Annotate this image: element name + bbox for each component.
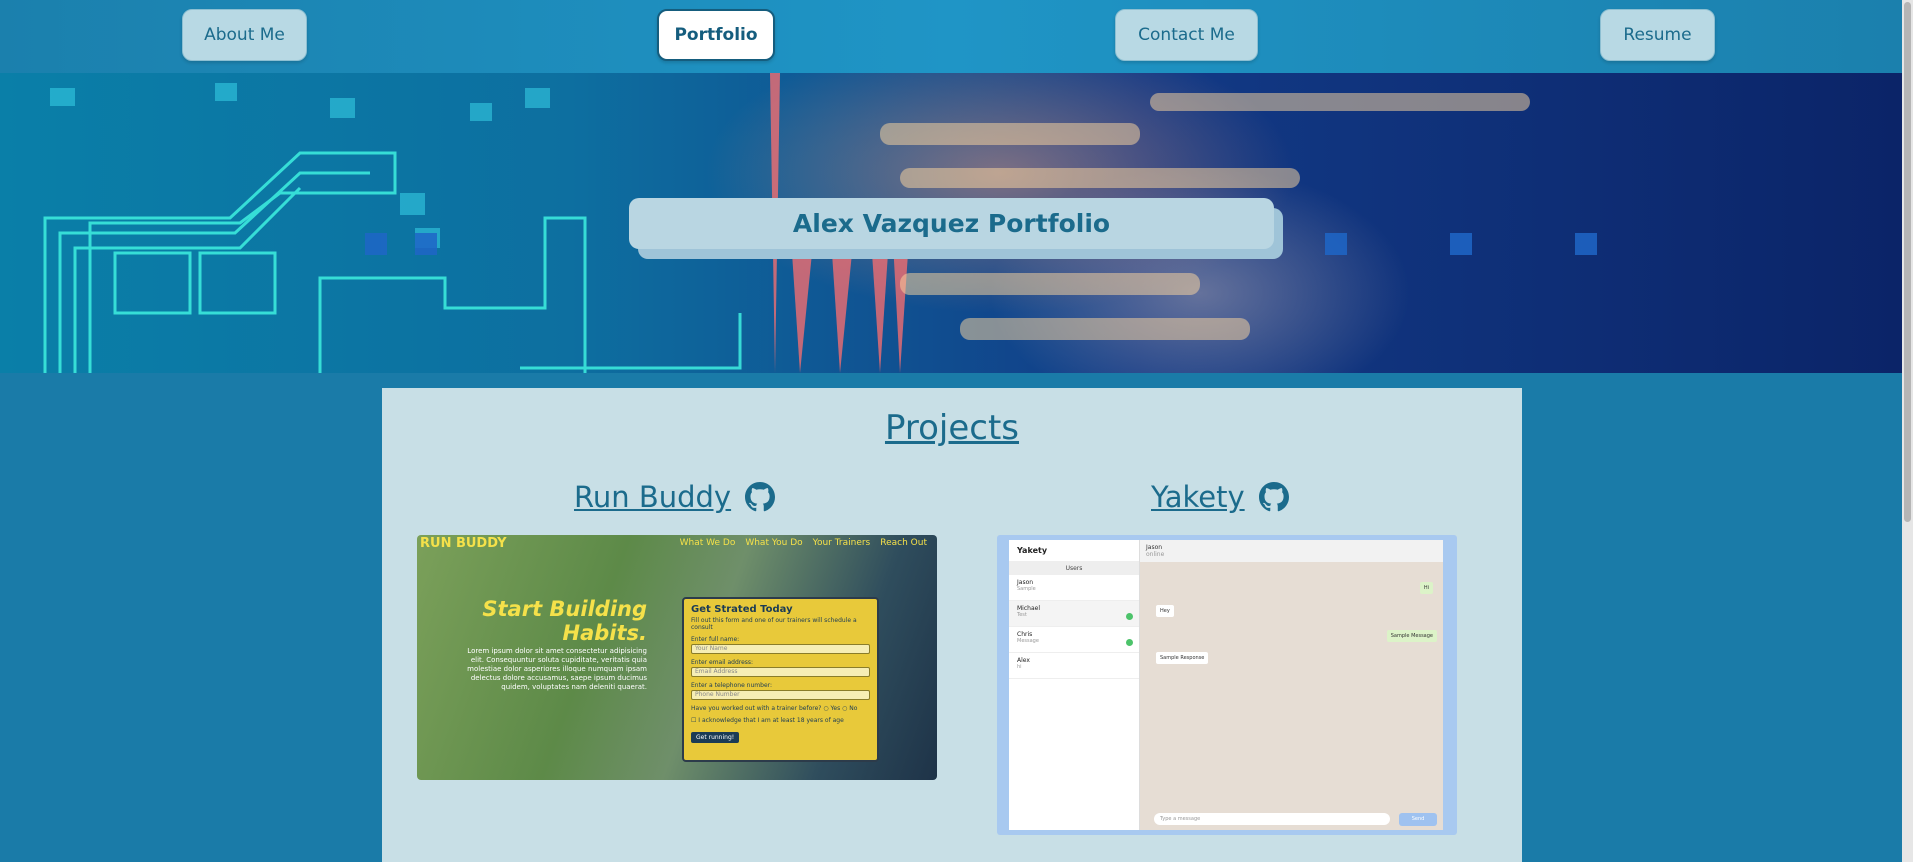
run-buddy-logo: RUN BUDDY bbox=[420, 536, 507, 551]
yakety-user-item: Michael Test bbox=[1009, 601, 1139, 627]
form-acknowledge: ☐ I acknowledge that I am at least 18 ye… bbox=[691, 717, 844, 724]
form-label: Enter full name: bbox=[691, 636, 740, 643]
unread-dot bbox=[1126, 639, 1133, 646]
chat-send-button: Send bbox=[1399, 813, 1437, 826]
chat-status: online bbox=[1146, 551, 1165, 558]
form-input-phone: Phone Number bbox=[691, 690, 870, 700]
yakety-brand: Yakety bbox=[1009, 540, 1139, 562]
form-radio-yes: Yes bbox=[830, 705, 841, 712]
top-nav: About Me Portfolio Contact Me Resume bbox=[0, 0, 1902, 73]
run-buddy-headline: Start Building Habits. bbox=[482, 597, 647, 645]
form-question: Have you worked out with a trainer befor… bbox=[691, 705, 858, 712]
user-name: Chris bbox=[1017, 631, 1033, 638]
form-subtitle: Fill out this form and one of our traine… bbox=[691, 617, 857, 631]
chat-message-in: Sample Response bbox=[1156, 652, 1209, 664]
chat-message-in: Hey bbox=[1156, 605, 1174, 617]
run-buddy-signup-form: Get Strated Today Fill out this form and… bbox=[682, 597, 879, 762]
projects-panel: Projects Run Buddy Yakety RUN BUDDY What… bbox=[382, 388, 1522, 862]
nav-contact-me-button[interactable]: Contact Me bbox=[1115, 9, 1258, 61]
user-name: Michael bbox=[1017, 605, 1040, 612]
projects-heading: Projects bbox=[884, 408, 1020, 448]
run-buddy-screenshot[interactable]: RUN BUDDY What We Do What You Do Your Tr… bbox=[417, 535, 937, 780]
user-sub: Test bbox=[1017, 612, 1027, 618]
form-title: Get Strated Today bbox=[691, 604, 793, 615]
chat-message-out: Hi bbox=[1419, 582, 1433, 594]
run-buddy-nav-item: What We Do bbox=[679, 538, 736, 548]
yakety-users-heading: Users bbox=[1009, 562, 1139, 575]
run-buddy-nav-item: What You Do bbox=[745, 538, 803, 548]
run-buddy-nav: What We Do What You Do Your Trainers Rea… bbox=[680, 538, 927, 548]
yakety-user-item: Jason Sample bbox=[1009, 575, 1139, 601]
yakety-sidebar: Yakety Users Jason Sample Michael Test C… bbox=[1009, 540, 1140, 830]
form-acknowledge-text: I acknowledge that I am at least 18 year… bbox=[698, 717, 844, 724]
run-buddy-nav-item: Your Trainers bbox=[812, 538, 871, 548]
unread-dot bbox=[1126, 613, 1133, 620]
project-title-run-buddy: Run Buddy bbox=[574, 480, 776, 514]
scrollbar-thumb[interactable] bbox=[1904, 2, 1911, 522]
yakety-link[interactable]: Yakety bbox=[1151, 480, 1245, 514]
user-sub: hi bbox=[1017, 664, 1022, 670]
run-buddy-nav-item: Reach Out bbox=[880, 538, 927, 548]
chat-message-out: Sample Message bbox=[1386, 630, 1437, 642]
form-radio-no: No bbox=[849, 705, 858, 712]
hero-title: Alex Vazquez Portfolio bbox=[629, 198, 1274, 249]
user-sub: Message bbox=[1017, 638, 1039, 644]
chat-name: Jason bbox=[1146, 544, 1163, 551]
form-label: Enter a telephone number: bbox=[691, 682, 773, 689]
chat-message-input: Type a message bbox=[1154, 813, 1390, 825]
form-label: Enter email address: bbox=[691, 659, 754, 666]
hero-banner: Alex Vazquez Portfolio bbox=[0, 73, 1902, 373]
yakety-chat-pane: Jason online Hi Hey Sample Message Sampl… bbox=[1140, 540, 1443, 830]
user-sub: Sample bbox=[1017, 586, 1036, 592]
github-icon[interactable] bbox=[745, 482, 776, 512]
yakety-user-item: Chris Message bbox=[1009, 627, 1139, 653]
form-input-email: Email Address bbox=[691, 667, 870, 677]
yakety-screenshot[interactable]: Yakety Users Jason Sample Michael Test C… bbox=[997, 535, 1457, 835]
github-icon[interactable] bbox=[1258, 482, 1289, 512]
nav-portfolio-button[interactable]: Portfolio bbox=[657, 9, 775, 61]
project-title-yakety: Yakety bbox=[1151, 480, 1289, 514]
form-cta-button: Get running! bbox=[691, 732, 740, 743]
yakety-user-item: Alex hi bbox=[1009, 653, 1139, 679]
user-name: Jason bbox=[1017, 579, 1034, 586]
form-input-name: Your Name bbox=[691, 644, 870, 654]
yakety-chat-header: Jason online bbox=[1140, 540, 1443, 562]
nav-about-me-button[interactable]: About Me bbox=[182, 9, 307, 61]
page-scrollbar[interactable] bbox=[1902, 0, 1913, 862]
user-name: Alex bbox=[1017, 657, 1030, 664]
form-question-text: Have you worked out with a trainer befor… bbox=[691, 705, 822, 712]
run-buddy-body-text: Lorem ipsum dolor sit amet consectetur a… bbox=[467, 647, 647, 691]
run-buddy-link[interactable]: Run Buddy bbox=[574, 480, 731, 514]
nav-resume-button[interactable]: Resume bbox=[1600, 9, 1715, 61]
